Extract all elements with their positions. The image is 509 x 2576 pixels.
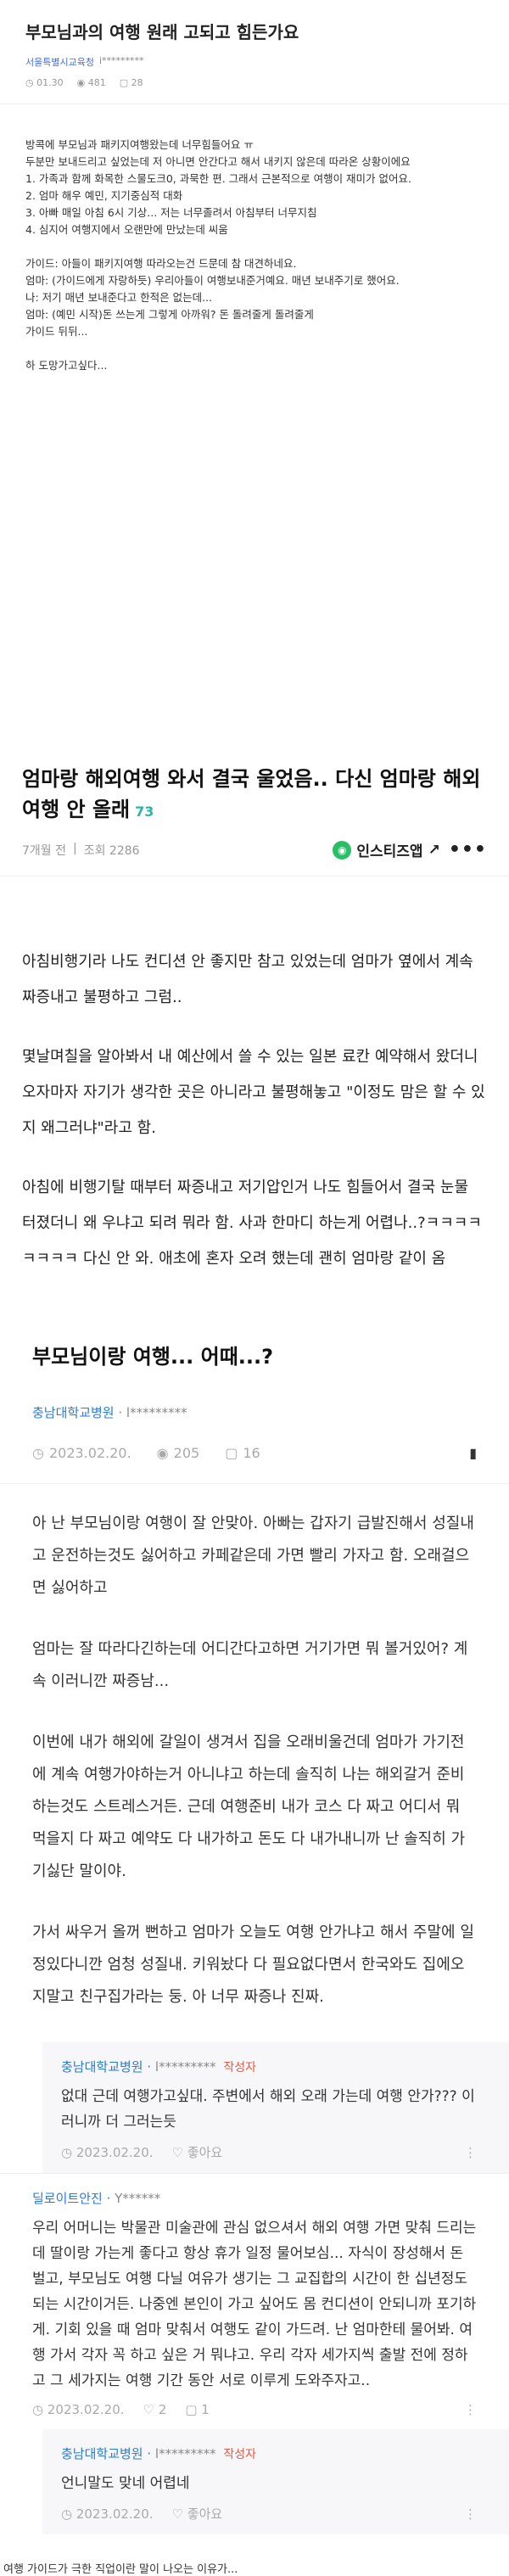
comment-text: 없대 근데 여행가고싶대. 주변에서 해외 오래 가는데 여행 안가??? 이러… — [61, 2088, 475, 2131]
clock-icon: ◷ — [32, 2402, 44, 2417]
author-line: 충남대학교병원 · l********* — [32, 1405, 187, 1420]
body-paragraph: 아 난 부모님이랑 여행이 잘 안맞아. 아빠는 갑자기 급발진해서 성질내고 … — [32, 1515, 474, 1597]
author-line: 서울특별시교육청 i********* — [25, 55, 484, 69]
comment-author[interactable]: 충남대학교병원 · l********* 작성자 — [61, 2058, 477, 2075]
post-body: 아 난 부모님이랑 여행이 잘 안맞아. 아빠는 갑자기 급발진해서 성질내고 … — [0, 1484, 509, 2013]
reply-button[interactable]: ▢ 1 — [185, 2402, 210, 2417]
comment-count: 73 — [135, 804, 154, 820]
body-paragraph: 이번에 내가 해외에 갈일이 생겨서 집을 오래비울건데 엄마가 가기전에 계속… — [32, 1733, 466, 1880]
author-badge: 작성자 — [223, 2448, 257, 2461]
body-paragraph: 아침비행기라 나도 컨디션 안 좋지만 참고 있었는데 엄마가 옆에서 계속 짜… — [22, 953, 473, 1006]
post-body: 아침비행기라 나도 컨디션 안 좋지만 참고 있었는데 엄마가 옆에서 계속 짜… — [0, 876, 509, 1277]
thumb-icon: ♡ — [171, 2506, 183, 2522]
date-stat: ◷ 2023.02.20. — [32, 1445, 131, 1461]
author-id: l********* — [126, 1405, 187, 1420]
comments-stat: ▢ 16 — [225, 1445, 260, 1461]
post-card-1: 부모님과의 여행 원래 고되고 힘든가요 서울특별시교육청 i*********… — [0, 0, 509, 747]
bookmark-icon[interactable]: ▮ — [469, 1445, 477, 1461]
author-school[interactable]: 서울특별시교육청 — [25, 55, 94, 69]
post-title[interactable]: 엄마랑 해외여행 와서 결국 울었음.. 다신 엄마랑 해외 여행 안 올래 73 — [22, 764, 487, 827]
post-title[interactable]: 부모님이랑 여행... 어때...? — [32, 1301, 477, 1369]
insta-app-button[interactable]: ◉ 인스티즈앱 ↗ — [333, 839, 440, 860]
time-stat: ◷ 01.30 — [25, 77, 64, 88]
comment-item: 딜로이트안진 · Y****** 우리 어머니는 박물관 미술관에 관심 없으셔… — [0, 2173, 509, 2429]
clock-icon: ◷ — [25, 77, 34, 88]
comment-date: ◷ 2023.02.20. — [61, 2144, 154, 2160]
like-button[interactable]: ♡ 2 — [143, 2402, 167, 2417]
views-stat: ◉ 205 — [156, 1445, 200, 1461]
clock-icon: ◷ — [61, 2144, 73, 2160]
stat-line: ◷ 2023.02.20. ◉ 205 ▢ 16 ▮ — [32, 1445, 477, 1461]
clock-icon: ◷ — [61, 2506, 73, 2522]
more-menu-icon[interactable]: ⋮ — [464, 2402, 477, 2417]
stat-line: ◷ 01.30 ◉ 481 ▢ 28 — [25, 77, 484, 88]
comment-text: 언니말도 맞네 어렵네 — [61, 2475, 190, 2492]
post-views: 조회 2286 — [83, 843, 140, 858]
like-button[interactable]: ♡ 좋아요 — [172, 2505, 223, 2523]
comment-author[interactable]: 충남대학교병원 · l********* 작성자 — [61, 2444, 477, 2462]
body-paragraph: 가이드: 아들이 패키지여행 따라오는건 드문데 참 대견하네요. 엄마: (가… — [25, 257, 400, 338]
author-badge: 작성자 — [223, 2061, 257, 2075]
body-paragraph: 엄마는 잘 따라다긴하는데 어디간다고하면 거기가면 뭐 볼거있어? 계속 이러… — [32, 1640, 468, 1690]
comment-icon: ▢ — [225, 1445, 238, 1461]
post-card-3: 부모님이랑 여행... 어때...? 충남대학교병원 · l********* … — [0, 1301, 509, 2576]
eye-icon: ◉ — [76, 77, 86, 88]
comment-icon: ▢ — [119, 77, 129, 88]
like-button[interactable]: ♡ 좋아요 — [172, 2143, 223, 2161]
body-paragraph: 가서 싸우거 올꺼 뻔하고 엄마가 오늘도 여행 안가냐고 해서 주말에 일정있… — [32, 1924, 474, 2006]
body-paragraph: 방콕에 부모님과 패키지여행왔는데 너무힘들어요 ㅠ 두분만 보내드리고 싶었는… — [25, 138, 412, 236]
comment-item: 충남대학교병원 · l********* 작성자 언니말도 맞네 어렵네 ◷ 2… — [42, 2429, 509, 2534]
thumb-icon: ♡ — [171, 2145, 183, 2160]
eye-icon: ◉ — [156, 1445, 169, 1461]
comment-item: 충남대학교병원 · l********* 작성자 없대 근데 여행가고싶대. 주… — [42, 2042, 509, 2173]
share-icon: ↗ — [428, 841, 440, 859]
app-logo-icon: ◉ — [333, 840, 352, 860]
comments-stat: ▢ 28 — [119, 77, 143, 88]
post-time: 7개월 전 — [22, 843, 66, 858]
post-card-2: 엄마랑 해외여행 와서 결국 울었음.. 다신 엄마랑 해외 여행 안 올래 73… — [0, 747, 509, 1277]
footer-caption: 여행 가이드가 극한 직업이란 말이 나오는 이유가... — [3, 2563, 238, 2576]
thumb-icon: ♡ — [143, 2402, 154, 2417]
comment-author[interactable]: 딜로이트안진 · Y****** — [32, 2189, 477, 2207]
post-title[interactable]: 부모님과의 여행 원래 고되고 힘든가요 — [25, 0, 484, 43]
body-paragraph: 하 도망가고싶다... — [25, 359, 108, 372]
more-menu-icon[interactable]: ••• — [449, 839, 487, 860]
more-menu-icon[interactable]: ⋮ — [464, 2506, 477, 2522]
body-paragraph: 아침에 비행기탈 때부터 짜증내고 저기압인거 나도 힘들어서 결국 눈물 터졌… — [22, 1179, 482, 1268]
meta: 7개월 전 | 조회 2286 — [22, 841, 140, 858]
comment-text: 우리 어머니는 박물관 미술관에 관심 없으셔서 해외 여행 가면 맞춰 드리는… — [32, 2220, 477, 2389]
comment-date: ◷ 2023.02.20. — [32, 2402, 125, 2417]
comment-icon: ▢ — [185, 2402, 198, 2417]
more-menu-icon[interactable]: ⋮ — [464, 2145, 477, 2160]
author-id: i********* — [98, 55, 144, 66]
views-stat: ◉ 481 — [76, 77, 106, 88]
comment-date: ◷ 2023.02.20. — [61, 2506, 154, 2522]
author-school[interactable]: 충남대학교병원 — [32, 1405, 115, 1420]
body-paragraph: 몇날며칠을 알아봐서 내 예산에서 쓸 수 있는 일본 료칸 예약해서 왔더니 … — [22, 1048, 485, 1137]
clock-icon: ◷ — [32, 1445, 44, 1461]
post-body: 방콕에 부모님과 패키지여행왔는데 너무힘들어요 ㅠ 두분만 보내드리고 싶었는… — [25, 137, 484, 374]
